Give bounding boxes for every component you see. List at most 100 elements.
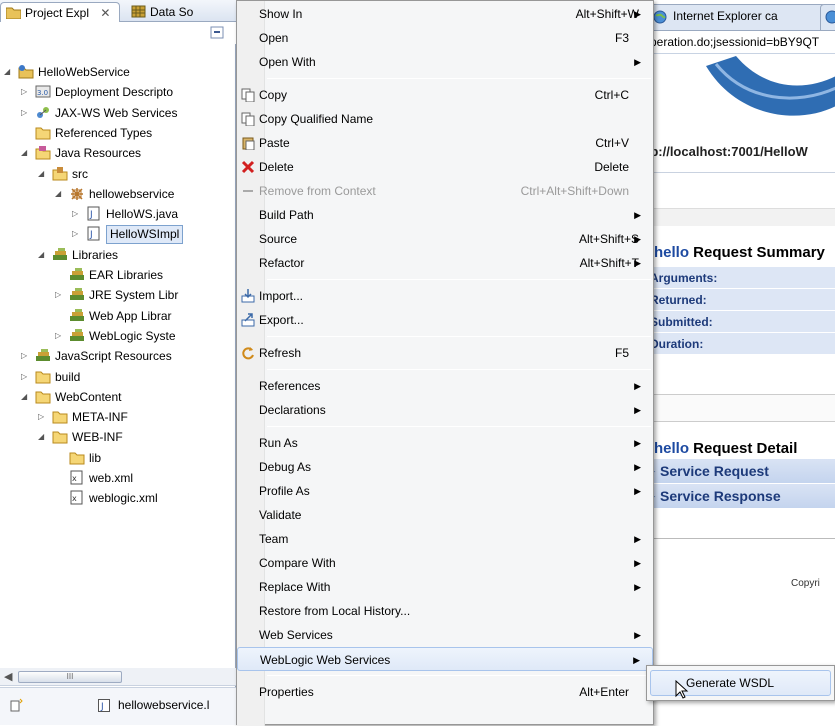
expanded-twisty-icon[interactable]: ◢: [21, 148, 31, 158]
menu-item-compare-with[interactable]: Compare With ▶: [237, 551, 653, 575]
tree-item[interactable]: ▷ META-INF: [0, 407, 236, 427]
tree-item[interactable]: ▷ J HelloWS.java: [0, 204, 236, 224]
deployment-descriptor-icon: 3.0: [35, 85, 51, 98]
collapsed-twisty-icon[interactable]: ▷: [21, 372, 31, 382]
menu-item-replace-with[interactable]: Replace With ▶: [237, 575, 653, 599]
submenu-arrow-icon: ▶: [634, 210, 641, 220]
expanded-twisty-icon[interactable]: ◢: [38, 250, 48, 260]
expanded-twisty-icon[interactable]: ◢: [38, 169, 48, 179]
tree-item[interactable]: ◢ hellowebservice: [0, 184, 236, 204]
detail-title-text: Request Detail: [689, 440, 798, 457]
menu-item-refresh[interactable]: Refresh F5: [237, 341, 653, 365]
collapsed-twisty-icon[interactable]: ▷: [55, 331, 65, 341]
menu-item-profile-as[interactable]: Profile As ▶: [237, 479, 653, 503]
menu-item-label: Restore from Local History...: [259, 604, 411, 618]
menu-item-restore-from-local-history[interactable]: Restore from Local History...: [237, 599, 653, 623]
menu-item-debug-as[interactable]: Debug As ▶: [237, 455, 653, 479]
menu-item-team[interactable]: Team ▶: [237, 527, 653, 551]
menu-item-show-in[interactable]: Show In Alt+Shift+W ▶: [237, 2, 653, 26]
tree-item[interactable]: ◢ Java Resources: [0, 143, 236, 163]
tree-item[interactable]: ▷ JavaScript Resources: [0, 346, 236, 366]
menu-item-validate[interactable]: Validate: [237, 503, 653, 527]
menu-item-copy[interactable]: Copy Ctrl+C: [237, 83, 653, 107]
menu-item-refactor[interactable]: Refactor Alt+Shift+T ▶: [237, 251, 653, 275]
tree-item[interactable]: Web App Librar: [0, 306, 236, 326]
menu-item-source[interactable]: Source Alt+Shift+S ▶: [237, 227, 653, 251]
menu-item-label: Open: [259, 31, 289, 45]
menu-item-import[interactable]: Import...: [237, 284, 653, 308]
menu-item-open[interactable]: Open F3: [237, 26, 653, 50]
menu-item-shortcut: Delete: [594, 160, 629, 174]
scrollbar-thumb[interactable]: III: [18, 671, 122, 683]
tab-close-icon[interactable]: ✕: [100, 6, 110, 20]
menu-item-remove-from-context: Remove from Context Ctrl+Alt+Shift+Down: [237, 179, 653, 203]
menu-item-delete[interactable]: Delete Delete: [237, 155, 653, 179]
collapse-all-icon[interactable]: [210, 26, 224, 39]
expanded-twisty-icon[interactable]: ◢: [21, 392, 31, 402]
menu-item-copy-qualified-name[interactable]: Copy Qualified Name: [237, 107, 653, 131]
service-request-label: Service Request: [660, 463, 769, 479]
tree-item-label: META-INF: [72, 410, 128, 425]
fast-view-icon[interactable]: [10, 698, 24, 712]
menu-item-label: References: [259, 379, 321, 393]
tree-item[interactable]: EAR Libraries: [0, 265, 236, 285]
url-text[interactable]: peration.do;jsessionid=bBY9QT: [650, 35, 819, 49]
menu-separator: [267, 426, 651, 427]
submenu-arrow-icon: ▶: [633, 655, 640, 665]
remove-context-icon: [243, 190, 253, 192]
tree-item[interactable]: ▷ JRE System Libr: [0, 285, 236, 305]
collapsed-twisty-icon[interactable]: ▷: [72, 229, 82, 239]
detail-row-service-request[interactable]: ▶Service Request: [646, 459, 835, 484]
tree-item[interactable]: Referenced Types: [0, 123, 236, 143]
expanded-twisty-icon[interactable]: ◢: [4, 67, 14, 77]
tree-item[interactable]: ◢ src: [0, 164, 236, 184]
menu-item-declarations[interactable]: Declarations ▶: [237, 398, 653, 422]
tree-item[interactable]: ▷ JAX-WS Web Services: [0, 103, 236, 123]
menu-item-run-as[interactable]: Run As ▶: [237, 431, 653, 455]
tree-item-label: HelloWebService: [38, 65, 130, 79]
tree-item[interactable]: ▷ J HelloWSImpl: [0, 224, 236, 245]
tree-item[interactable]: ◢ WEB-INF: [0, 427, 236, 447]
context-menu: Show In Alt+Shift+W ▶ Open F3 Open With ▶ Copy C…: [236, 0, 654, 726]
tree-item[interactable]: x weblogic.xml: [0, 488, 236, 508]
summary-row-returned: Returned:: [646, 289, 835, 311]
tree-item[interactable]: ◢ Libraries: [0, 245, 236, 265]
collapsed-twisty-icon[interactable]: ▷: [21, 108, 31, 118]
menu-item-build-path[interactable]: Build Path ▶: [237, 203, 653, 227]
expanded-twisty-icon[interactable]: ◢: [38, 432, 48, 442]
collapsed-twisty-icon[interactable]: ▷: [55, 290, 65, 300]
editor-file-label[interactable]: hellowebservice.l: [118, 698, 209, 712]
menu-item-shortcut: Alt+Shift+W: [575, 7, 639, 21]
tree-item[interactable]: ▷ build: [0, 367, 236, 387]
tree-item[interactable]: lib: [0, 448, 236, 468]
menu-item-weblogic-web-services[interactable]: WebLogic Web Services ▶: [237, 647, 653, 671]
tree-item[interactable]: ◢ WebContent: [0, 387, 236, 407]
menu-item-shortcut: Alt+Shift+T: [579, 256, 639, 270]
menu-item-references[interactable]: References ▶: [237, 374, 653, 398]
detail-row-service-response[interactable]: ▶Service Response: [646, 484, 835, 509]
menu-item-properties[interactable]: Properties Alt+Enter: [237, 680, 653, 704]
expanded-twisty-icon[interactable]: ◢: [55, 189, 65, 199]
tree-item-label: Referenced Types: [55, 125, 153, 140]
tab-internet-explorer[interactable]: Internet Explorer ca: [646, 4, 826, 30]
menu-item-web-services[interactable]: Web Services ▶: [237, 623, 653, 647]
menu-item-export[interactable]: Export...: [237, 308, 653, 332]
collapsed-twisty-icon[interactable]: ▷: [21, 351, 31, 361]
horizontal-scrollbar[interactable]: ◀ III: [0, 668, 236, 686]
tree-item[interactable]: ▷ WebLogic Syste: [0, 326, 236, 346]
menu-item-paste[interactable]: Paste Ctrl+V: [237, 131, 653, 155]
collapsed-twisty-icon[interactable]: ▷: [21, 87, 31, 97]
menu-item-shortcut: Alt+Enter: [579, 685, 629, 699]
tree-item[interactable]: x web.xml: [0, 468, 236, 488]
scroll-left-icon[interactable]: ◀: [4, 670, 12, 683]
data-source-icon: [131, 5, 146, 18]
tab-project-explorer[interactable]: Project Expl ✕: [0, 2, 120, 22]
tab-second-browser[interactable]: [820, 4, 835, 30]
collapsed-twisty-icon[interactable]: ▷: [72, 209, 82, 219]
menu-item-open-with[interactable]: Open With ▶: [237, 50, 653, 74]
tree-item[interactable]: ◢ HelloWebService: [0, 62, 236, 82]
collapsed-twisty-icon[interactable]: ▷: [38, 412, 48, 422]
tree-item[interactable]: ▷ 3.0 Deployment Descripto: [0, 82, 236, 102]
tab-data-source[interactable]: Data So: [126, 2, 236, 22]
menu-item-shortcut: F5: [614, 346, 629, 360]
